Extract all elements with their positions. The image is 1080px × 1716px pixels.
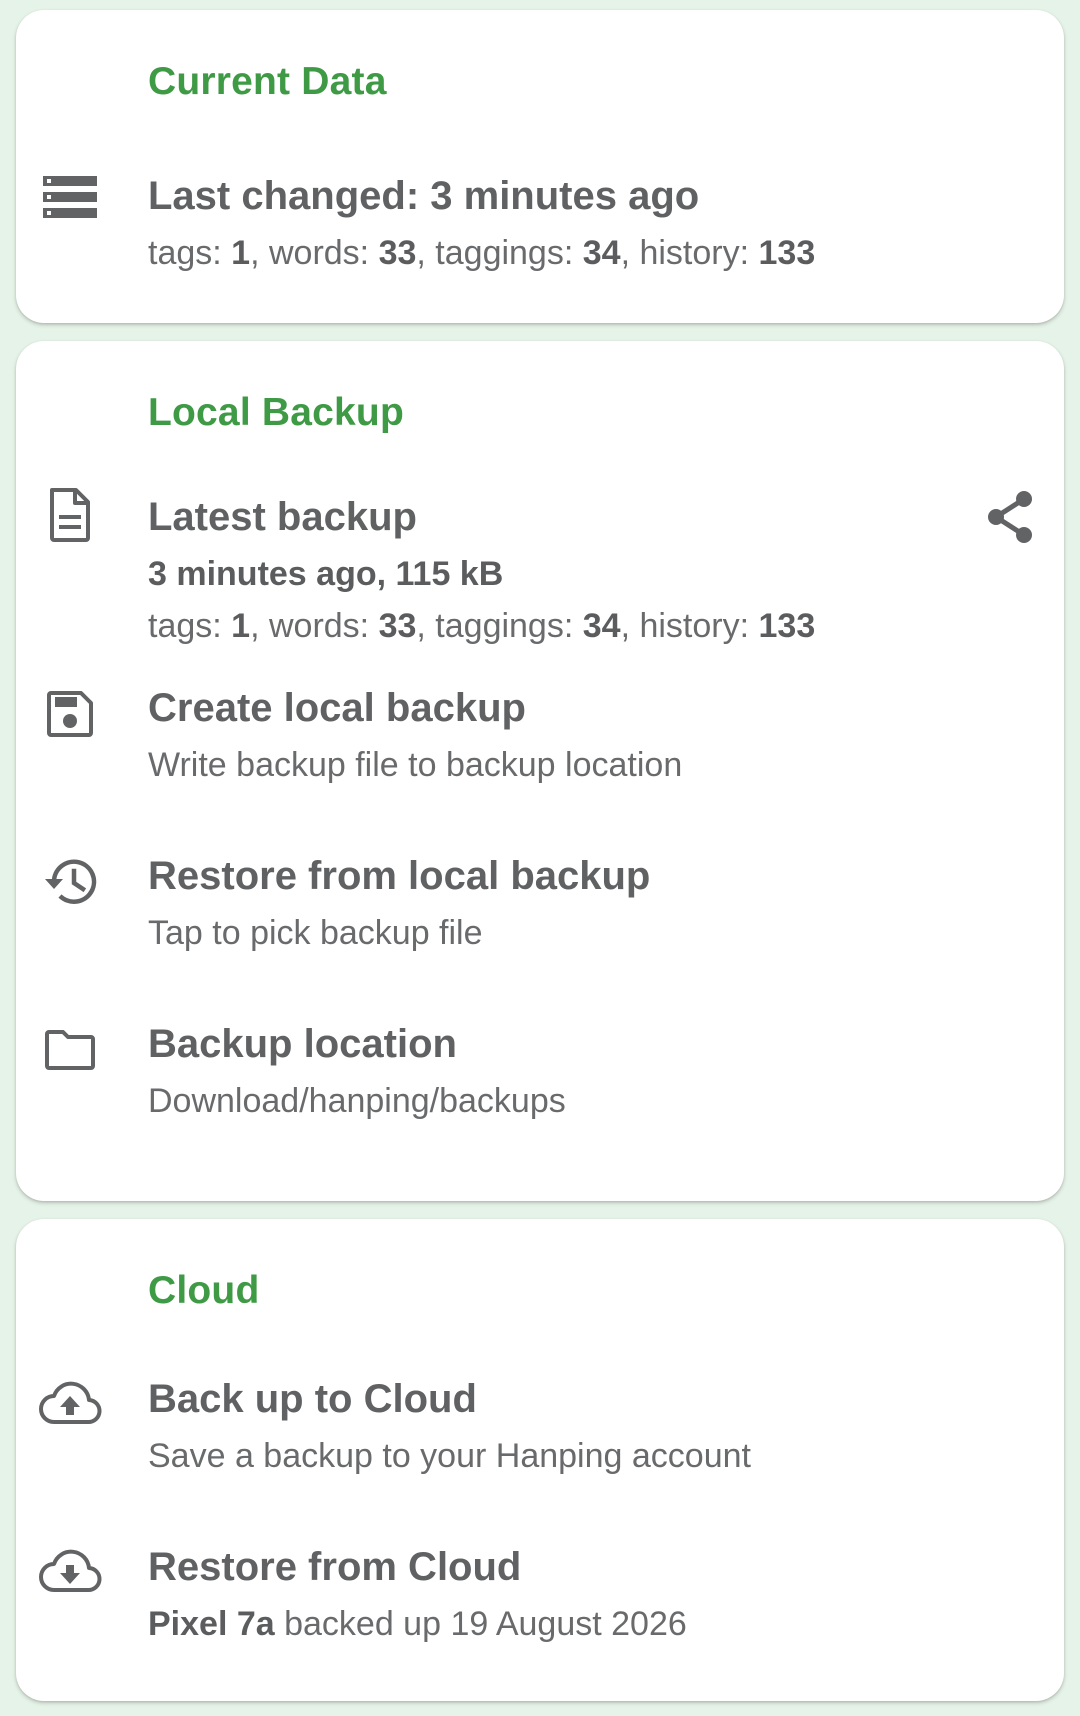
latest-backup-stats: tags: 1, words: 33, taggings: 34, histor… — [148, 607, 816, 645]
cloud-card: Cloud Back up to Cloud Save a backup to … — [16, 1219, 1064, 1701]
storage-icon — [40, 167, 100, 227]
restore-from-cloud-subtitle: Pixel 7a backed up 19 August 2026 — [148, 1605, 687, 1643]
backup-location-row[interactable]: Backup location Download/hanping/backups — [16, 1012, 1064, 1142]
latest-backup-title: Latest backup — [148, 495, 417, 539]
create-local-backup-subtitle: Write backup file to backup location — [148, 746, 683, 784]
current-data-row: Last changed: 3 minutes ago tags: 1, wor… — [16, 150, 1064, 290]
last-changed-text: Last changed: 3 minutes ago — [148, 174, 700, 218]
save-icon — [40, 684, 100, 744]
restore-from-cloud-title: Restore from Cloud — [148, 1545, 522, 1589]
section-title-current-data: Current Data — [148, 60, 387, 103]
current-data-stats: tags: 1, words: 33, taggings: 34, histor… — [148, 234, 816, 272]
restore-from-cloud-row[interactable]: Restore from Cloud Pixel 7a backed up 19… — [16, 1535, 1064, 1665]
latest-backup-row[interactable]: Latest backup 3 minutes ago, 115 kB tags… — [16, 471, 1064, 645]
backup-screen: Current Data Last changed: 3 minutes ago… — [0, 0, 1080, 1716]
current-data-card: Current Data Last changed: 3 minutes ago… — [16, 10, 1064, 323]
backup-to-cloud-row[interactable]: Back up to Cloud Save a backup to your H… — [16, 1367, 1064, 1497]
backup-to-cloud-subtitle: Save a backup to your Hanping account — [148, 1437, 751, 1475]
section-title-local-backup: Local Backup — [148, 391, 404, 434]
history-icon — [40, 852, 100, 912]
share-icon — [988, 491, 1032, 543]
create-local-backup-title: Create local backup — [148, 686, 526, 730]
file-document-icon — [40, 485, 100, 545]
latest-backup-age-size: 3 minutes ago, 115 kB — [148, 555, 504, 593]
local-backup-card: Local Backup Latest backup 3 minutes ago… — [16, 341, 1064, 1201]
share-backup-button[interactable] — [980, 487, 1040, 547]
restore-local-backup-subtitle: Tap to pick backup file — [148, 914, 483, 952]
backup-location-title: Backup location — [148, 1022, 457, 1066]
section-title-cloud: Cloud — [148, 1269, 260, 1312]
restore-local-backup-title: Restore from local backup — [148, 854, 651, 898]
cloud-download-icon — [36, 1541, 104, 1601]
create-local-backup-row[interactable]: Create local backup Write backup file to… — [16, 676, 1064, 806]
backup-location-path: Download/hanping/backups — [148, 1082, 566, 1120]
device-name: Pixel 7a — [148, 1605, 275, 1643]
restore-local-backup-row[interactable]: Restore from local backup Tap to pick ba… — [16, 844, 1064, 974]
backup-to-cloud-title: Back up to Cloud — [148, 1377, 477, 1421]
folder-icon — [40, 1020, 100, 1080]
cloud-upload-icon — [36, 1373, 104, 1433]
